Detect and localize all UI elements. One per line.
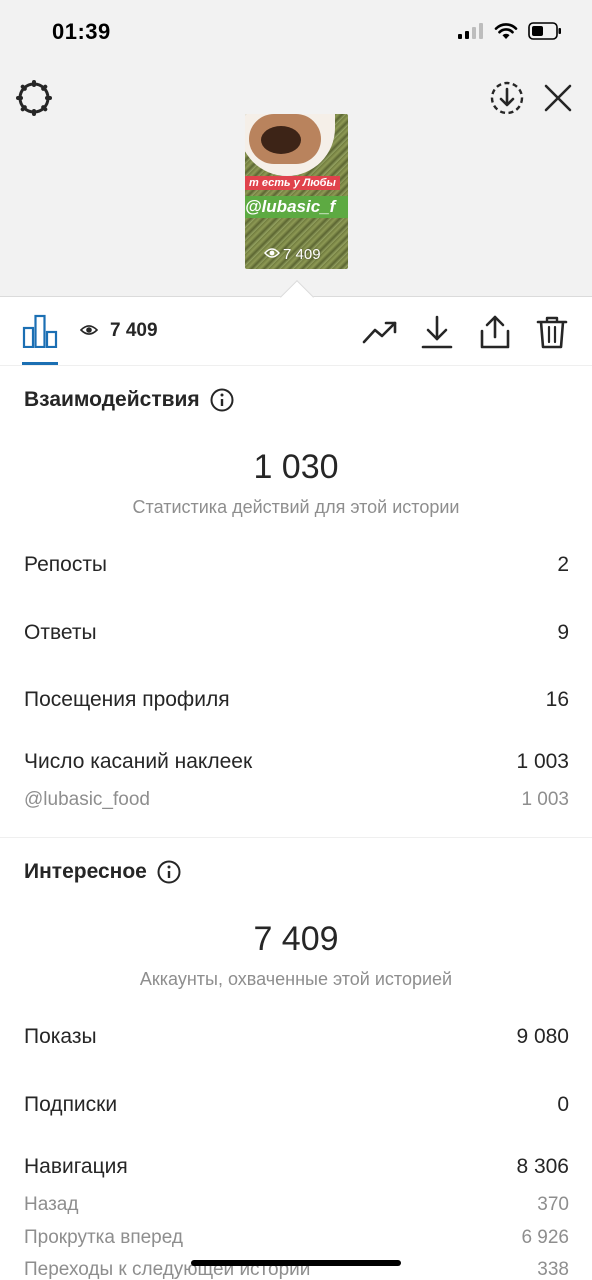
discovery-row: Навигация 8 306 — [24, 1155, 569, 1179]
eye-icon — [79, 320, 99, 342]
row-value: 0 — [557, 1093, 569, 1116]
row-value: 8 306 — [516, 1155, 569, 1178]
row-label: Ответы — [24, 621, 97, 644]
discovery-sub-row: Прокрутка вперед 6 926 — [24, 1227, 569, 1249]
discovery-total: 7 409 — [253, 920, 339, 958]
interactions-title: Взаимодействия — [24, 388, 234, 412]
status-time: 01:39 — [52, 19, 111, 44]
info-icon[interactable] — [157, 860, 181, 884]
sub-row-label: Назад — [24, 1194, 79, 1215]
discovery-row: Подписки 0 — [24, 1093, 569, 1117]
sub-row-label: Прокрутка вперед — [24, 1227, 183, 1248]
section-divider — [0, 837, 592, 838]
info-icon[interactable] — [210, 388, 234, 412]
interactions-row: Посещения профиля 16 — [24, 688, 569, 712]
row-label: Посещения профиля — [24, 688, 230, 711]
views-summary: 7 409 — [79, 320, 158, 342]
status-icons — [458, 22, 562, 45]
trash-icon[interactable] — [534, 314, 570, 350]
sub-row-value: 370 — [537, 1194, 569, 1215]
download-circle-icon[interactable] — [487, 78, 527, 118]
row-label: Репосты — [24, 553, 108, 576]
interactions-caption: Статистика действий для этой истории — [132, 497, 460, 517]
status-bar: 01:39 — [0, 0, 592, 66]
row-value: 2 — [557, 553, 569, 576]
thumbnail-views: 7 409 — [264, 246, 321, 263]
row-value: 9 080 — [516, 1025, 569, 1048]
row-label: Навигация — [24, 1155, 128, 1178]
sub-row-value: 1 003 — [521, 789, 569, 810]
trend-icon[interactable] — [362, 314, 398, 350]
thumbnail-views-count: 7 409 — [283, 246, 321, 263]
views-count: 7 409 — [110, 320, 158, 341]
eye-icon — [264, 246, 280, 263]
close-icon[interactable] — [538, 78, 578, 118]
row-label: Число касаний наклеек — [24, 750, 253, 773]
interactions-row: Ответы 9 — [24, 621, 569, 645]
discovery-sub-row: Назад 370 — [24, 1194, 569, 1216]
thumbnail-mention: @lubasic_f — [245, 196, 348, 218]
interactions-total: 1 030 — [253, 448, 339, 486]
download-icon[interactable] — [419, 314, 455, 350]
gear-icon[interactable] — [14, 78, 54, 118]
wifi-icon — [494, 22, 518, 45]
interactions-title-text: Взаимодействия — [24, 388, 200, 411]
sub-row-label: @lubasic_food — [24, 789, 150, 810]
active-tab-indicator — [22, 362, 58, 365]
share-icon[interactable] — [477, 314, 513, 350]
signal-icon — [458, 23, 484, 44]
discovery-row: Показы 9 080 — [24, 1025, 569, 1049]
sub-row-value: 338 — [537, 1259, 569, 1280]
insights-toolbar: 7 409 — [0, 298, 592, 366]
row-value: 1 003 — [516, 750, 569, 773]
discovery-title: Интересное — [24, 860, 181, 884]
interactions-row: Число касаний наклеек 1 003 — [24, 750, 569, 774]
battery-icon — [528, 22, 562, 45]
interactions-row: Репосты 2 — [24, 553, 569, 577]
thumbnail-caption: т есть у Любы — [245, 176, 340, 190]
story-preview-area: 01:39 т есть у Любы @lubasic_f 7 409 — [0, 0, 592, 297]
discovery-caption: Аккаунты, охваченные этой историей — [139, 969, 453, 989]
story-thumbnail[interactable]: т есть у Любы @lubasic_f 7 409 — [245, 114, 348, 269]
discovery-title-text: Интересное — [24, 860, 147, 883]
home-indicator[interactable] — [191, 1260, 401, 1266]
row-label: Показы — [24, 1025, 97, 1048]
row-value: 16 — [545, 688, 569, 711]
sub-row-value: 6 926 — [521, 1227, 569, 1248]
row-label: Подписки — [24, 1093, 118, 1116]
bar-chart-icon[interactable] — [22, 314, 58, 349]
thumbnail-image — [245, 114, 335, 176]
interactions-sub-row[interactable]: @lubasic_food 1 003 — [24, 789, 569, 811]
row-value: 9 — [557, 621, 569, 644]
